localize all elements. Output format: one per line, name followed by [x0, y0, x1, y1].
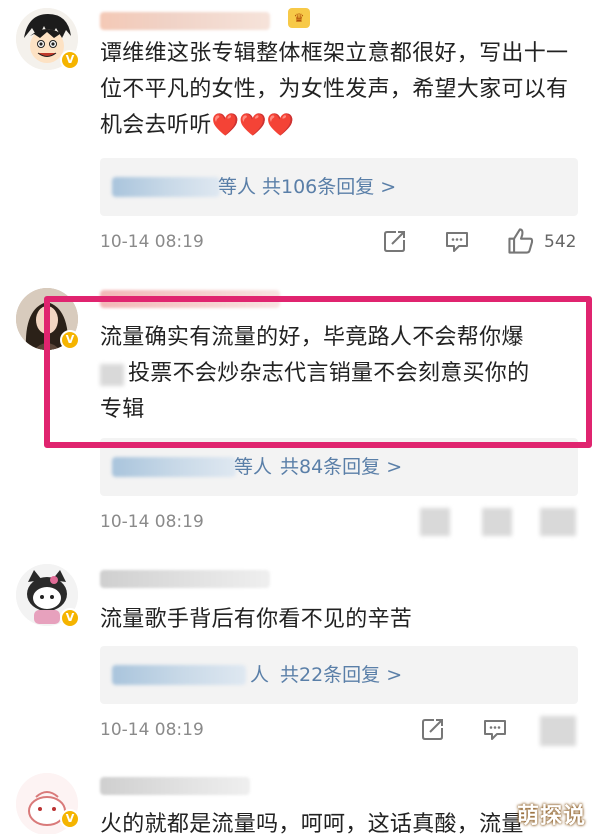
censored-actions	[420, 508, 450, 536]
vip-crown-icon: ♛	[288, 8, 310, 28]
timestamp: 10-14 08:19	[100, 720, 204, 740]
comment-item-1: V ♛ 谭维维这张专辑整体框架立意都很好，写出十一位不平凡的女性，为女性发声，希…	[0, 0, 594, 280]
reply-users-blurred	[112, 177, 220, 197]
censored-actions	[540, 508, 576, 536]
thumbs-up-icon[interactable]	[506, 226, 536, 256]
reply-summary[interactable]: 人 共22条回复 >	[100, 646, 578, 704]
username-blurred[interactable]	[100, 570, 270, 588]
highlight-frame	[44, 296, 592, 448]
timestamp: 10-14 08:19	[100, 232, 204, 252]
share-icon[interactable]	[420, 716, 446, 742]
comment-text: 流量歌手背后有你看不见的辛苦	[100, 607, 413, 632]
verified-badge-icon: V	[60, 809, 80, 829]
reply-count-link[interactable]: 共106条回复 >	[262, 173, 396, 201]
reply-users-blurred	[112, 665, 246, 685]
reply-summary[interactable]: 等人 共106条回复 >	[100, 158, 578, 216]
comment-text: 火的就都是流量吗，呵呵，这话真酸，流量	[100, 812, 524, 834]
username-blurred[interactable]	[100, 12, 270, 30]
verified-badge-icon: V	[60, 50, 80, 70]
censored-actions	[482, 508, 512, 536]
reply-count-link[interactable]: 共84条回复 >	[280, 453, 402, 481]
share-icon[interactable]	[382, 228, 408, 254]
like-count: 542	[544, 232, 577, 252]
comment-item-4: V 火的就都是流量吗，呵呵，这话真酸，流量	[0, 765, 594, 834]
reply-suffix: 等人	[234, 456, 273, 478]
reply-suffix: 等人	[218, 176, 257, 198]
comment-text: 谭维维这张专辑整体框架立意都很好，写出十一位不平凡的女性，为女性发声，希望大家可…	[100, 41, 569, 138]
comment-icon[interactable]	[482, 716, 508, 742]
reply-count-link[interactable]: 共22条回复 >	[280, 661, 402, 689]
reply-users-blurred	[112, 457, 236, 477]
username-blurred[interactable]	[100, 777, 250, 795]
verified-badge-icon: V	[60, 608, 80, 628]
timestamp: 10-14 08:19	[100, 512, 204, 532]
censored-like	[540, 716, 576, 746]
comment-item-3: V 流量歌手背后有你看不见的辛苦 人 共22条回复 > 10-14 08:19	[0, 550, 594, 765]
comment-icon[interactable]	[444, 228, 470, 254]
watermark: 萌探说	[516, 804, 586, 829]
reply-suffix: 人	[250, 664, 270, 686]
